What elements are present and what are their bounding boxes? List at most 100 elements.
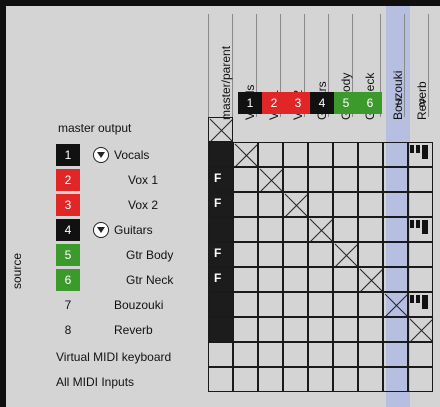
folder-send-button[interactable]: F: [208, 242, 233, 267]
track-name-gtr-body[interactable]: Gtr Body: [126, 244, 173, 266]
routing-cell[interactable]: [233, 217, 258, 242]
routing-cell[interactable]: [408, 367, 433, 392]
track-name-gtr-neck[interactable]: Gtr Neck: [126, 269, 173, 291]
routing-cell[interactable]: [233, 367, 258, 392]
routing-cell[interactable]: [258, 242, 283, 267]
routing-cell[interactable]: [333, 317, 358, 342]
column-number-1: 1: [238, 92, 262, 114]
routing-cell[interactable]: [258, 367, 283, 392]
routing-cell[interactable]: [233, 342, 258, 367]
routing-cell[interactable]: [308, 192, 333, 217]
routing-cell[interactable]: [283, 317, 308, 342]
track-name-vox-2[interactable]: Vox 2: [128, 194, 158, 216]
routing-cell[interactable]: [233, 242, 258, 267]
routing-cell[interactable]: [358, 167, 383, 192]
routing-cell[interactable]: [258, 342, 283, 367]
routing-cell[interactable]: [308, 342, 333, 367]
routing-cell[interactable]: [358, 342, 383, 367]
folder-send-button[interactable]: F: [208, 167, 233, 192]
routing-cell[interactable]: [358, 367, 383, 392]
routing-cell[interactable]: [333, 217, 358, 242]
routing-cell[interactable]: [383, 217, 408, 242]
routing-cell[interactable]: [308, 242, 333, 267]
routing-cell[interactable]: [308, 367, 333, 392]
routing-cell[interactable]: [233, 192, 258, 217]
routing-cell[interactable]: [408, 342, 433, 367]
routing-cell[interactable]: [333, 267, 358, 292]
routing-cell[interactable]: [258, 267, 283, 292]
routing-cell[interactable]: [383, 367, 408, 392]
routing-cell[interactable]: [308, 142, 333, 167]
routing-cell[interactable]: [283, 292, 308, 317]
routing-cell[interactable]: [383, 342, 408, 367]
track-number-8[interactable]: 8: [56, 319, 80, 341]
master-send-toggle[interactable]: [208, 317, 233, 342]
routing-cell[interactable]: [383, 317, 408, 342]
folder-send-button[interactable]: F: [208, 267, 233, 292]
routing-cell[interactable]: [233, 292, 258, 317]
routing-cell[interactable]: [308, 292, 333, 317]
track-number-1[interactable]: 1: [56, 144, 80, 166]
folder-send-button[interactable]: F: [208, 192, 233, 217]
track-name-vocals[interactable]: Vocals: [114, 144, 149, 166]
routing-cell[interactable]: [408, 167, 433, 192]
track-name-vox-1[interactable]: Vox 1: [128, 169, 158, 191]
master-send-toggle[interactable]: [208, 292, 233, 317]
folder-collapse-icon[interactable]: [93, 222, 109, 238]
routing-cell[interactable]: [283, 217, 308, 242]
routing-cell[interactable]: [383, 242, 408, 267]
routing-cell[interactable]: [408, 192, 433, 217]
routing-cell[interactable]: [308, 317, 333, 342]
master-send-toggle[interactable]: [208, 217, 233, 242]
routing-cell[interactable]: [258, 292, 283, 317]
track-number-2[interactable]: 2: [56, 169, 80, 191]
routing-cell[interactable]: [333, 142, 358, 167]
column-number-8: 8: [418, 96, 426, 110]
routing-cell[interactable]: [333, 167, 358, 192]
routing-cell[interactable]: [258, 217, 283, 242]
routing-cell[interactable]: [383, 192, 408, 217]
routing-cell[interactable]: [358, 217, 383, 242]
routing-cell[interactable]: [208, 367, 233, 392]
routing-cell[interactable]: [258, 142, 283, 167]
routing-cell[interactable]: [283, 167, 308, 192]
track-name-reverb[interactable]: Reverb: [114, 319, 153, 341]
track-name-bouzouki[interactable]: Bouzouki: [114, 294, 163, 316]
routing-cell[interactable]: [408, 267, 433, 292]
routing-cell[interactable]: [358, 192, 383, 217]
routing-cell[interactable]: [233, 267, 258, 292]
routing-cell[interactable]: [358, 292, 383, 317]
master-send-toggle[interactable]: [208, 142, 233, 167]
routing-cell[interactable]: [308, 167, 333, 192]
routing-cell[interactable]: [408, 242, 433, 267]
routing-cell[interactable]: [283, 242, 308, 267]
routing-cell[interactable]: [358, 317, 383, 342]
routing-cell[interactable]: [283, 342, 308, 367]
track-number-5[interactable]: 5: [56, 244, 80, 266]
routing-cell[interactable]: [308, 267, 333, 292]
routing-cell[interactable]: [283, 142, 308, 167]
routing-cell[interactable]: [358, 242, 383, 267]
track-number-3[interactable]: 3: [56, 194, 80, 216]
routing-cell[interactable]: [383, 167, 408, 192]
folder-send-label: F: [214, 246, 222, 260]
routing-cell[interactable]: [233, 167, 258, 192]
routing-cell[interactable]: [383, 267, 408, 292]
track-number-4[interactable]: 4: [56, 219, 80, 241]
track-number-6[interactable]: 6: [56, 269, 80, 291]
track-name-guitars[interactable]: Guitars: [114, 219, 153, 241]
routing-cell[interactable]: [208, 342, 233, 367]
routing-cell[interactable]: [383, 142, 408, 167]
track-number-7[interactable]: 7: [56, 294, 80, 316]
routing-cell[interactable]: [333, 192, 358, 217]
routing-cell[interactable]: [283, 367, 308, 392]
routing-cell[interactable]: [333, 292, 358, 317]
routing-cell[interactable]: [258, 317, 283, 342]
routing-cell[interactable]: [233, 317, 258, 342]
folder-collapse-icon[interactable]: [93, 147, 109, 163]
routing-cell[interactable]: [358, 142, 383, 167]
routing-cell[interactable]: [333, 367, 358, 392]
routing-cell[interactable]: [258, 192, 283, 217]
routing-cell[interactable]: [333, 342, 358, 367]
routing-cell[interactable]: [283, 267, 308, 292]
